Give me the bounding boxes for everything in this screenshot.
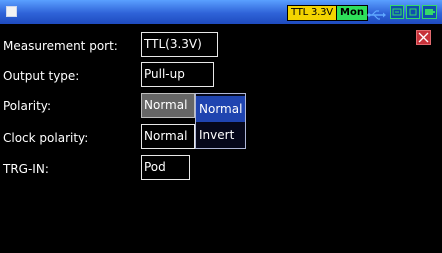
close-button[interactable] [416, 30, 431, 45]
screen: TTL 3.3V Mon Measurement port: TTL(3.3V)… [0, 0, 442, 253]
battery-icon [422, 5, 437, 19]
polarity-field[interactable]: Normal [141, 93, 195, 118]
polarity-label: Polarity: [3, 99, 52, 113]
trg-in-label: TRG-IN: [3, 162, 49, 176]
trg-in-field[interactable]: Pod [141, 155, 190, 180]
clock-polarity-label: Clock polarity: [3, 131, 89, 145]
measurement-port-field[interactable]: TTL(3.3V) [141, 32, 218, 57]
screen-icon[interactable] [390, 5, 404, 19]
record-icon[interactable] [406, 5, 420, 19]
measurement-port-label: Measurement port: [3, 39, 118, 53]
menu-square-icon[interactable] [6, 6, 17, 17]
output-type-field[interactable]: Pull-up [141, 62, 214, 87]
dropdown-option-invert[interactable]: Invert [196, 122, 245, 148]
usb-icon [367, 6, 387, 20]
dropdown-option-normal[interactable]: Normal [196, 96, 245, 122]
output-type-label: Output type: [3, 69, 80, 83]
polarity-dropdown: Normal Invert [195, 93, 246, 149]
ttl-voltage-badge: TTL 3.3V [287, 5, 337, 21]
status-bar: TTL 3.3V Mon [0, 0, 442, 24]
close-icon [418, 32, 429, 43]
mon-badge: Mon [336, 5, 368, 21]
clock-polarity-field[interactable]: Normal [141, 124, 195, 149]
